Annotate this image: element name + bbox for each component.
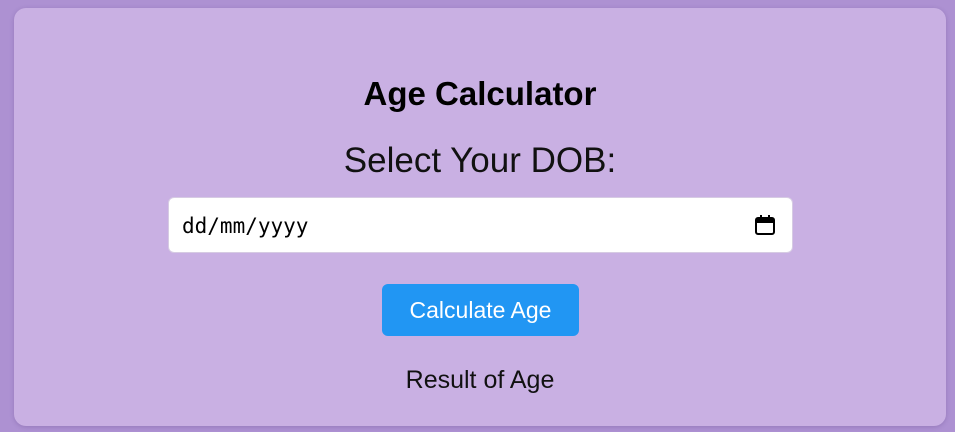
page-title: Age Calculator (363, 75, 597, 112)
dob-label: Select Your DOB: (343, 141, 617, 180)
result-text: Result of Age (405, 366, 555, 394)
date-placeholder: dd/mm/yyyy (182, 214, 309, 238)
calculate-age-button[interactable]: Calculate Age (382, 284, 579, 336)
dob-date-input[interactable]: dd/mm/yyyy (168, 197, 793, 253)
age-calculator-card: Age Calculator Select Your DOB: dd/mm/yy… (14, 8, 946, 426)
calendar-icon[interactable] (754, 214, 776, 236)
